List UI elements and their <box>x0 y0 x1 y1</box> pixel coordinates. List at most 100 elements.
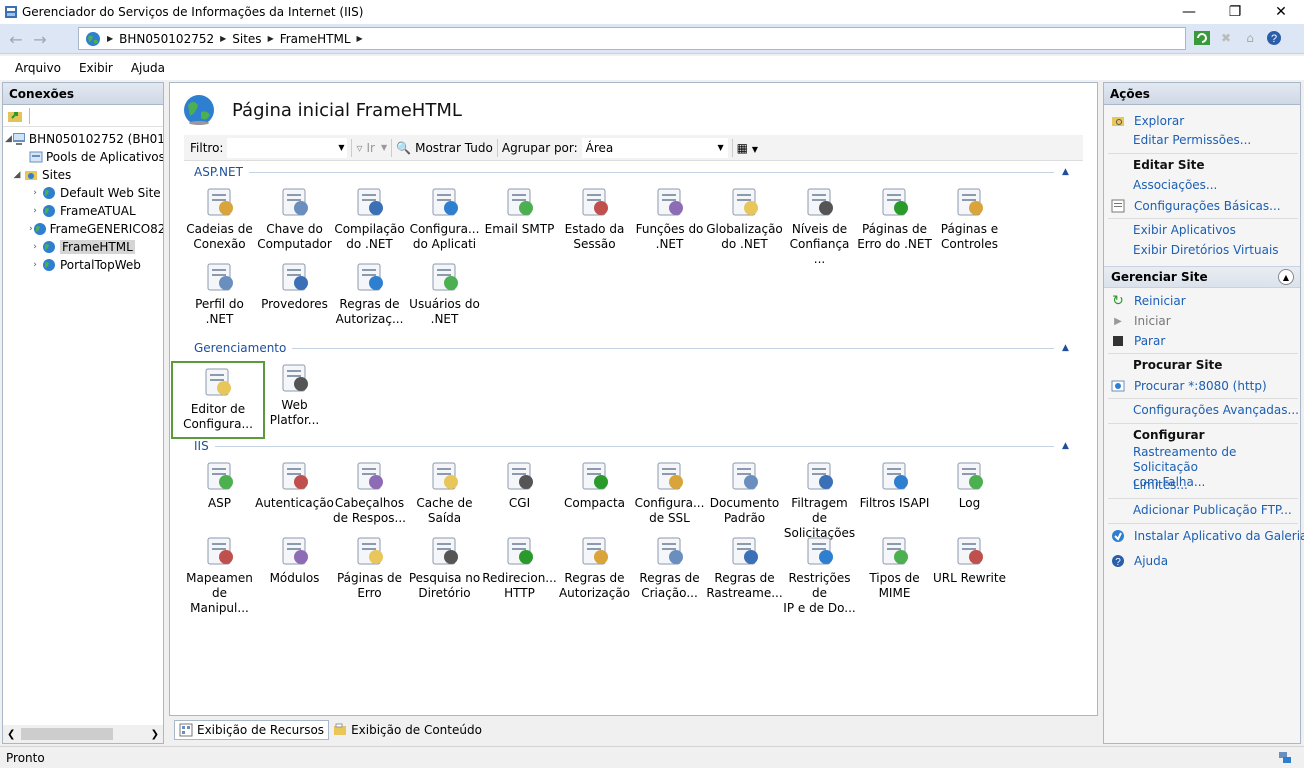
menu-ajuda[interactable]: Ajuda <box>131 61 165 75</box>
collapse-chevron-icon[interactable]: ▲ <box>1278 269 1294 285</box>
feature-icon-item[interactable]: Páginas de Erro <box>332 534 407 601</box>
collapse-chevron-icon[interactable]: ▲ <box>1062 441 1074 451</box>
feature-icon-item[interactable]: Compacta <box>557 459 632 511</box>
dropdown-arrow-icon[interactable]: ▼ <box>338 143 344 152</box>
basic-settings-link[interactable]: Configurações Básicas... <box>1110 198 1281 214</box>
feature-icon-item[interactable]: Mapeamen de Manipul... <box>182 534 257 616</box>
restart-link[interactable]: ↻ Reiniciar <box>1110 293 1186 309</box>
feature-icon-item[interactable]: Páginas e Controles <box>932 185 1007 252</box>
edit-permissions-link[interactable]: Editar Permissões... <box>1133 133 1251 147</box>
collapse-chevron-icon[interactable]: ▲ <box>1062 343 1074 353</box>
tree-item-site[interactable]: › PortalTopWeb <box>3 256 163 274</box>
explore-link[interactable]: Explorar <box>1110 113 1184 129</box>
feature-icon-item[interactable]: Cache de Saída <box>407 459 482 526</box>
feature-icon-item[interactable]: URL Rewrite <box>932 534 1007 586</box>
start-link[interactable]: ▶ Iniciar <box>1110 313 1171 329</box>
feature-icon-item[interactable]: Funções do .NET <box>632 185 707 252</box>
address-bar[interactable]: ▶ BHN050102752 ▶ Sites ▶ FrameHTML ▶ <box>78 27 1186 50</box>
refresh-icon[interactable] <box>1192 28 1212 48</box>
view-mode-icon[interactable]: ▦ ▼ <box>737 141 758 155</box>
section-header[interactable]: IIS ▲ <box>194 439 1074 453</box>
tab-content-view[interactable]: Exibição de Conteúdo <box>329 720 486 740</box>
show-all-button[interactable]: Mostrar Tudo <box>415 141 493 155</box>
expand-icon[interactable]: › <box>29 206 41 216</box>
breadcrumb-server[interactable]: BHN050102752 <box>119 32 214 46</box>
scroll-right-icon[interactable]: ❯ <box>151 729 159 740</box>
browse-port-link[interactable]: Procurar *:8080 (http) <box>1110 378 1267 394</box>
group-by-select[interactable]: Área ▼ <box>581 137 728 158</box>
feature-icon-item[interactable]: Restrições de IP e de Do... <box>782 534 857 616</box>
feature-icon-item[interactable]: Tipos de MIME <box>857 534 932 601</box>
tree-item-site-selected[interactable]: › FrameHTML <box>3 238 163 256</box>
home-icon[interactable]: ⌂ <box>1240 28 1260 48</box>
feature-icon-item[interactable]: Documento Padrão <box>707 459 782 526</box>
feature-icon-item[interactable]: Cabeçalhos de Respos... <box>332 459 407 526</box>
feature-icon-item[interactable]: Páginas de Erro do .NET <box>857 185 932 252</box>
tree-item-server[interactable]: ◢ BHN050102752 (BH01\alys <box>3 130 163 148</box>
feature-icon-item[interactable]: Cadeias de Conexão <box>182 185 257 252</box>
advanced-settings-link[interactable]: Configurações Avançadas... <box>1133 403 1299 417</box>
feature-icon-item[interactable]: Log <box>932 459 1007 511</box>
help-link[interactable]: ? Ajuda <box>1110 553 1168 569</box>
minimize-button[interactable]: — <box>1166 0 1212 24</box>
install-gallery-link[interactable]: Instalar Aplicativo da Galeria <box>1110 528 1304 544</box>
breadcrumb-sites[interactable]: Sites <box>232 32 261 46</box>
tree-item-site[interactable]: › FrameATUAL <box>3 202 163 220</box>
feature-icon-item[interactable]: Níveis de Confiança ... <box>782 185 857 267</box>
horizontal-scrollbar[interactable]: ❮ ❯ <box>3 725 163 743</box>
view-vdirs-link[interactable]: Exibir Diretórios Virtuais <box>1133 243 1279 257</box>
feature-icon-item[interactable]: Email SMTP <box>482 185 557 237</box>
section-header[interactable]: Gerenciamento ▲ <box>194 341 1074 355</box>
feature-icon-item[interactable]: Compilação do .NET <box>332 185 407 252</box>
view-apps-link[interactable]: Exibir Aplicativos <box>1133 223 1236 237</box>
scroll-thumb[interactable] <box>21 728 113 740</box>
collapse-icon[interactable]: ◢ <box>11 170 23 180</box>
tree-item-sites[interactable]: ◢ Sites <box>3 166 163 184</box>
filter-input[interactable]: ▼ <box>227 137 348 158</box>
forward-arrow-icon[interactable]: → <box>28 27 52 51</box>
connect-icon[interactable] <box>7 108 23 124</box>
menu-exibir[interactable]: Exibir <box>79 61 113 75</box>
section-header[interactable]: ASP.NET ▲ <box>194 165 1074 179</box>
feature-icon-item[interactable]: Globalização do .NET <box>706 185 783 252</box>
tree-item-site[interactable]: › Default Web Site <box>3 184 163 202</box>
feature-icon-item[interactable]: Regras de Criação... <box>632 534 707 601</box>
feature-icon-item[interactable]: Web Platfor... <box>257 361 332 428</box>
expand-icon[interactable]: › <box>29 260 41 270</box>
expand-icon[interactable]: › <box>29 242 41 252</box>
feature-icon-item[interactable]: Regras de Rastreame... <box>706 534 783 601</box>
feature-icon-item[interactable]: Configura... do Aplicati <box>407 185 482 252</box>
feature-icon-item[interactable]: Configura... de SSL <box>632 459 707 526</box>
add-ftp-link[interactable]: Adicionar Publicação FTP... <box>1133 503 1292 517</box>
feature-icon-item[interactable]: Editor de Configura... <box>171 361 265 439</box>
feature-icon-item[interactable]: Chave do Computador <box>257 185 332 252</box>
feature-icon-item[interactable]: Provedores <box>257 260 332 312</box>
feature-icon-item[interactable]: Perfil do .NET <box>182 260 257 327</box>
feature-icon-item[interactable]: Estado da Sessão <box>557 185 632 252</box>
feature-icon-item[interactable]: Filtragem de Solicitações <box>782 459 857 541</box>
feature-icon-item[interactable]: Usuários do .NET <box>407 260 482 327</box>
expand-icon[interactable]: › <box>29 188 41 198</box>
stop-link[interactable]: Parar <box>1110 333 1165 349</box>
scroll-left-icon[interactable]: ❮ <box>7 729 15 740</box>
feature-icon-item[interactable]: Módulos <box>257 534 332 586</box>
feature-icon-item[interactable]: Autenticação <box>255 459 334 511</box>
collapse-chevron-icon[interactable]: ▲ <box>1062 167 1074 177</box>
feature-icon-item[interactable]: CGI <box>482 459 557 511</box>
bindings-link[interactable]: Associações... <box>1133 178 1217 192</box>
manage-site-group[interactable]: Gerenciar Site ▲ <box>1104 266 1300 288</box>
breadcrumb-site[interactable]: FrameHTML <box>280 32 351 46</box>
feature-icon-item[interactable]: Regras de Autorizaç... <box>332 260 407 327</box>
help-icon[interactable]: ? <box>1264 28 1284 48</box>
limits-link[interactable]: Limites... <box>1133 478 1188 492</box>
feature-icon-item[interactable]: Redirecion... HTTP <box>482 534 557 601</box>
feature-icon-item[interactable]: Filtros ISAPI <box>857 459 932 511</box>
feature-icon-item[interactable]: ASP <box>182 459 257 511</box>
close-button[interactable]: ✕ <box>1258 0 1304 24</box>
tree-item-app-pools[interactable]: Pools de Aplicativos <box>3 148 163 166</box>
stop-icon[interactable]: ✖ <box>1216 28 1236 48</box>
tree-item-site[interactable]: › FrameGENERICO82 <box>3 220 163 238</box>
menu-arquivo[interactable]: Arquivo <box>15 61 61 75</box>
go-button[interactable]: Ir <box>367 141 375 155</box>
restore-button[interactable]: ❐ <box>1212 0 1258 24</box>
